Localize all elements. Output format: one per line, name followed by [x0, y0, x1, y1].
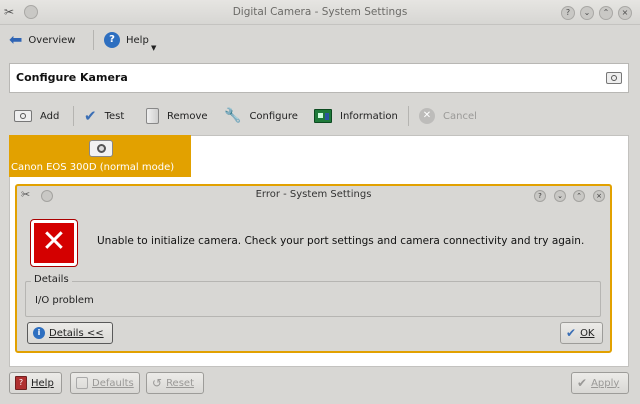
- apply-label: Apply: [591, 377, 620, 389]
- window-titlebar: ✂ Digital Camera - System Settings ? ⌄ ⌃…: [0, 0, 640, 25]
- details-legend: Details: [31, 274, 72, 285]
- reset-label: Reset: [166, 377, 194, 389]
- close-icon[interactable]: ×: [593, 190, 605, 202]
- help-label: Help: [126, 34, 149, 46]
- camera-icon: [89, 140, 113, 157]
- dialog-title: Error - System Settings: [255, 189, 372, 200]
- configure-button[interactable]: 🔧 Configure: [224, 107, 298, 125]
- camera-list-item[interactable]: Canon EOS 300D (normal mode): [9, 135, 191, 177]
- help-icon[interactable]: ?: [534, 190, 546, 202]
- camera-small-icon: [606, 72, 622, 84]
- help-book-icon: ?: [15, 376, 27, 390]
- test-button[interactable]: ✔ Test: [84, 107, 124, 125]
- error-icon: ✕: [31, 220, 77, 266]
- minimize-icon[interactable]: ⌄: [554, 190, 566, 202]
- add-button[interactable]: Add: [14, 107, 59, 125]
- help-menu-button[interactable]: ? Help: [104, 31, 149, 49]
- cancel-icon: ✕: [419, 108, 435, 124]
- wrench-screwdriver-icon: 🔧: [224, 108, 242, 124]
- checkmark-icon: ✔: [577, 376, 588, 390]
- help-button-label: Help: [31, 377, 54, 389]
- checkmark-icon: ✔: [84, 107, 97, 125]
- page-title: Configure Kamera: [16, 71, 128, 84]
- overview-label: Overview: [28, 34, 76, 46]
- reset-button[interactable]: ↺ Reset: [146, 372, 204, 394]
- reset-icon: ↺: [152, 376, 163, 390]
- close-icon[interactable]: ×: [618, 6, 632, 20]
- camera-label: Canon EOS 300D (normal mode): [11, 162, 175, 173]
- maximize-icon[interactable]: ⌃: [573, 190, 585, 202]
- trash-icon: [146, 108, 159, 124]
- details-toggle-button[interactable]: i Details <<: [27, 322, 113, 344]
- configure-label: Configure: [249, 110, 298, 122]
- defaults-icon: [76, 377, 88, 389]
- error-message: Unable to initialize camera. Check your …: [97, 235, 585, 247]
- camera-add-icon: [14, 110, 32, 122]
- action-separator: [73, 106, 74, 126]
- details-toggle-label: Details <<: [49, 327, 104, 339]
- dropdown-arrow-icon: ▼: [151, 44, 157, 52]
- defaults-label: Defaults: [92, 377, 134, 389]
- information-label: Information: [340, 110, 398, 122]
- error-dialog: ✂ Error - System Settings ? ⌄ ⌃ × ✕ Unab…: [15, 184, 612, 353]
- checkmark-icon: ✔: [566, 326, 577, 340]
- cancel-button[interactable]: ✕ Cancel: [419, 107, 477, 125]
- page-header: Configure Kamera: [9, 63, 629, 93]
- ok-button[interactable]: ✔ OK: [560, 322, 603, 344]
- add-label: Add: [40, 110, 60, 122]
- details-text: I/O problem: [35, 295, 94, 306]
- main-toolbar: ⬅ Overview ? Help ▼: [0, 25, 640, 56]
- apply-button[interactable]: ✔ Apply: [571, 372, 629, 394]
- details-group: [25, 281, 601, 317]
- circuit-board-icon: [314, 109, 332, 123]
- help-button[interactable]: ? Help: [9, 372, 62, 394]
- help-circle-icon: ?: [104, 32, 120, 48]
- maximize-icon[interactable]: ⌃: [599, 6, 613, 20]
- cancel-label: Cancel: [443, 110, 477, 122]
- overview-button[interactable]: ⬅ Overview: [9, 31, 76, 49]
- test-label: Test: [104, 110, 125, 122]
- back-arrow-icon: ⬅: [9, 30, 23, 49]
- help-icon[interactable]: ?: [561, 6, 575, 20]
- action-separator-2: [408, 106, 409, 126]
- ok-label: OK: [580, 327, 595, 339]
- remove-label: Remove: [167, 110, 208, 122]
- remove-button[interactable]: Remove: [146, 107, 208, 125]
- information-button[interactable]: Information: [314, 107, 398, 125]
- window-title: Digital Camera - System Settings: [232, 6, 408, 18]
- defaults-button[interactable]: Defaults: [70, 372, 140, 394]
- toolbar-separator: [93, 30, 94, 50]
- info-icon: i: [33, 327, 45, 339]
- minimize-icon[interactable]: ⌄: [580, 6, 594, 20]
